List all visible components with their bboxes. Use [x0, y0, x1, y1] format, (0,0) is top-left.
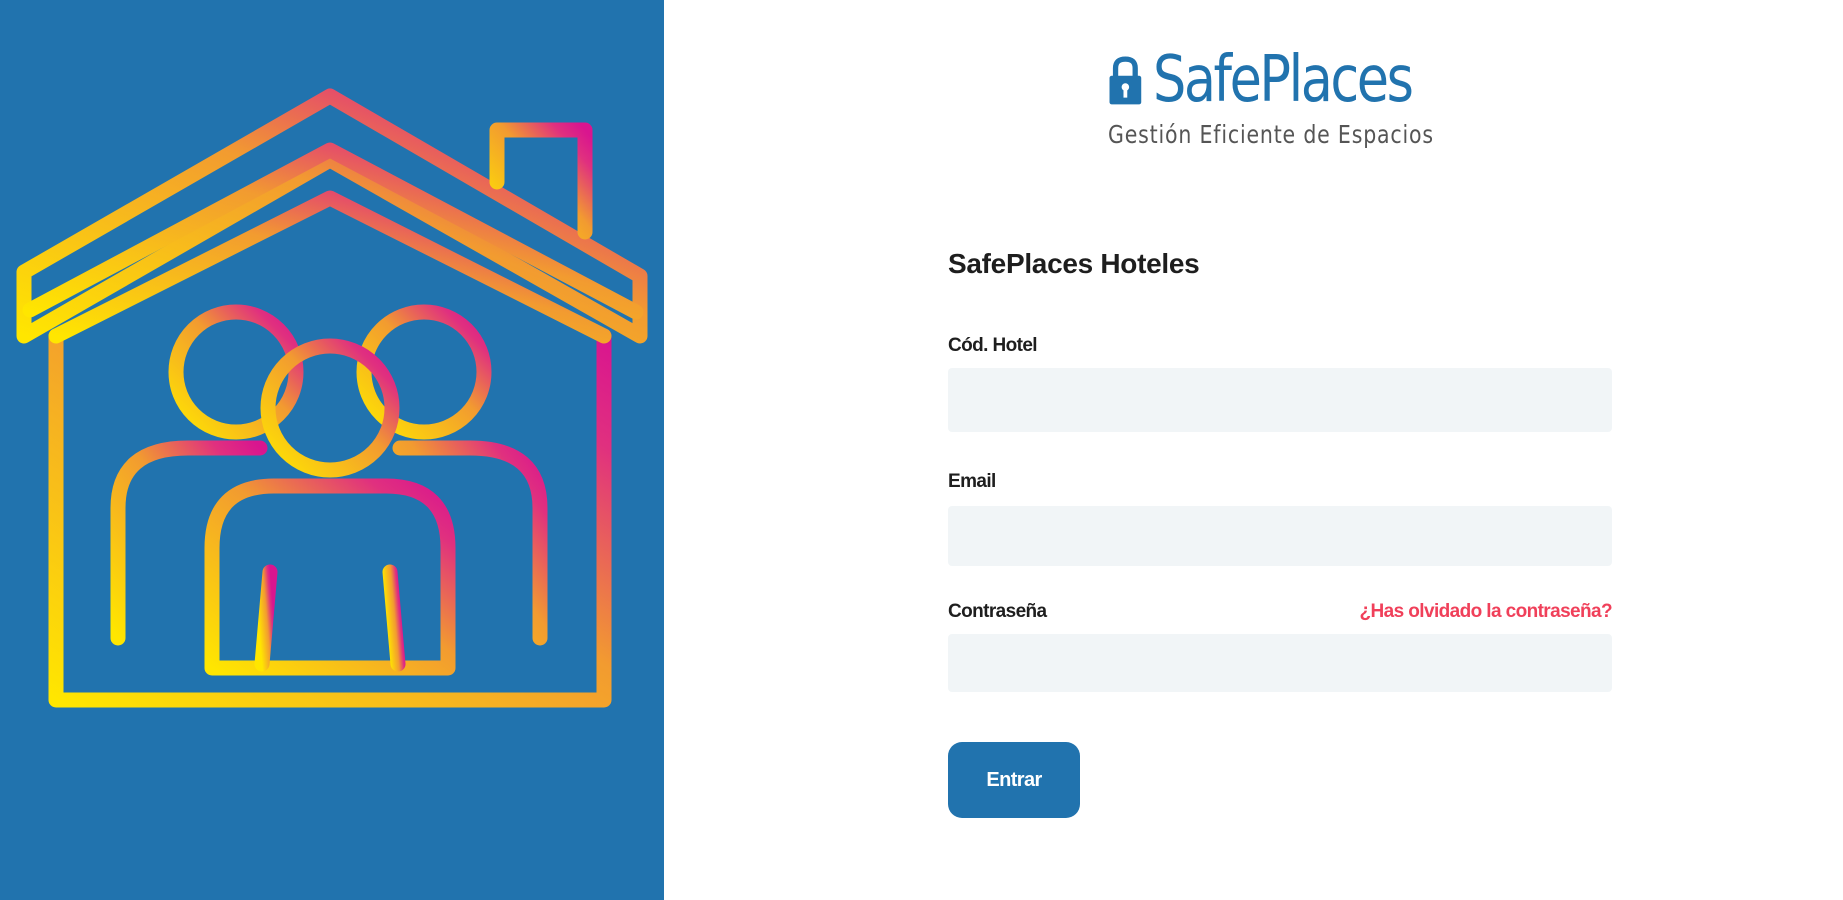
- login-page: SafePlaces Gestión Eficiente de Espacios…: [0, 0, 1843, 900]
- email-input[interactable]: [948, 506, 1612, 566]
- forgot-password-link[interactable]: ¿Has olvidado la contraseña?: [1360, 601, 1613, 623]
- hotel-code-label-row: Cód. Hotel: [948, 334, 1612, 358]
- email-label: Email: [948, 471, 996, 492]
- lock-icon: [1109, 56, 1142, 105]
- password-label: Contraseña: [948, 601, 1047, 622]
- email-label-row: Email: [948, 470, 1612, 494]
- brand-row: SafePlaces: [1108, 40, 1468, 120]
- brand-tagline: Gestión Eficiente de Espacios: [1108, 120, 1434, 149]
- login-panel: SafePlaces Gestión Eficiente de Espacios…: [664, 0, 1843, 900]
- illustration-panel: [0, 0, 664, 900]
- form-title: SafePlaces Hoteles: [948, 248, 1200, 279]
- password-input[interactable]: [948, 634, 1612, 692]
- hotel-code-input[interactable]: [948, 368, 1612, 432]
- house-family-icon: [0, 0, 664, 900]
- brand-logo: SafePlaces Gestión Eficiente de Espacios: [1108, 40, 1468, 149]
- login-form: SafePlaces Hoteles Cód. Hotel Email Cont…: [948, 244, 1613, 818]
- password-label-row: Contraseña ¿Has olvidado la contraseña?: [948, 600, 1613, 624]
- hotel-code-label: Cód. Hotel: [948, 335, 1038, 356]
- submit-button[interactable]: Entrar: [948, 742, 1080, 818]
- brand-name: SafePlaces: [1152, 43, 1414, 117]
